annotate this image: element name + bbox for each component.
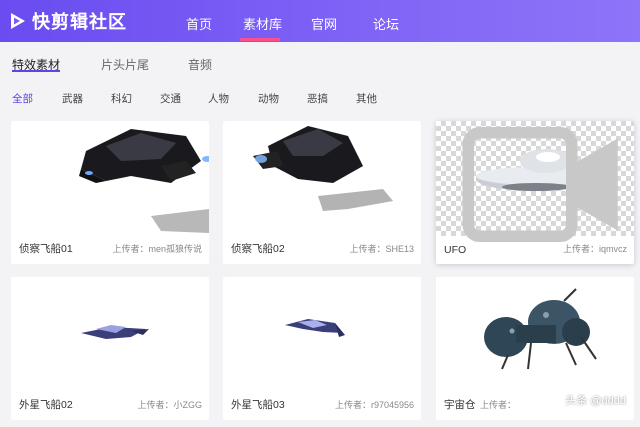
top-header: 快剪辑社区 首页 素材库 官网 论坛 [0, 0, 640, 42]
card-uploader: 上传者：men孤狼传说 [112, 244, 202, 254]
material-thumbnail [11, 277, 209, 392]
card-uploader: 上传者：SHE13 [349, 244, 414, 254]
card-uploader: 上传者：iqmvcz [562, 244, 627, 254]
card-title: UFO [444, 244, 467, 256]
nav-forum[interactable]: 论坛 [373, 14, 399, 33]
play-logo-icon [11, 13, 25, 29]
filter-transport[interactable]: 交通 [160, 91, 181, 106]
card-title: 侦察飞船02 [231, 243, 285, 255]
filter-people[interactable]: 人物 [208, 91, 229, 106]
tab-audio[interactable]: 音频 [188, 56, 212, 73]
filter-animals[interactable]: 动物 [258, 91, 279, 106]
filter-other[interactable]: 其他 [356, 91, 377, 106]
card-title: 外星飞船03 [231, 399, 285, 411]
alien-ship-image [285, 319, 345, 337]
nav-active-indicator [240, 38, 280, 41]
card-title: 宇宙仓 [444, 399, 476, 411]
alien-ship-image [81, 325, 149, 339]
card-uploader: 上传者： [479, 400, 516, 410]
scout-ship-image [79, 129, 209, 233]
space-pod-image [484, 288, 597, 370]
category-tabs: 特效素材 片头片尾 音频 [0, 42, 640, 84]
card-title: 侦察飞船01 [19, 243, 73, 255]
nav-home[interactable]: 首页 [186, 14, 212, 33]
material-card[interactable]: 宇宙仓 上传者： 头条 @dddd [436, 277, 634, 420]
filter-scifi[interactable]: 科幻 [111, 91, 132, 106]
material-thumbnail [436, 121, 634, 242]
material-thumbnail [11, 121, 209, 236]
scout-ship-image [253, 126, 393, 211]
filter-funny[interactable]: 恶搞 [307, 91, 328, 106]
card-uploader: 上传者：r97045956 [334, 400, 414, 410]
logo-text: 快剪辑社区 [32, 12, 127, 32]
material-thumbnail [436, 277, 634, 392]
video-icon [462, 127, 618, 242]
filter-weapons[interactable]: 武器 [62, 91, 83, 106]
nav-official-site[interactable]: 官网 [311, 14, 337, 33]
material-card[interactable]: 侦察飞船02 上传者：SHE13 [223, 121, 421, 264]
material-thumbnail [223, 121, 421, 236]
nav-materials[interactable]: 素材库 [243, 14, 282, 33]
tab-intro-outro[interactable]: 片头片尾 [101, 56, 149, 73]
material-card[interactable]: 侦察飞船01 上传者：men孤狼传说 [11, 121, 209, 264]
material-card[interactable]: UFO 上传者：iqmvcz [436, 121, 634, 264]
logo[interactable]: 快剪辑社区 [8, 9, 127, 33]
material-thumbnail [223, 277, 421, 392]
filter-all[interactable]: 全部 [12, 91, 33, 106]
material-card[interactable]: 外星飞船02 上传者：小ZGG [11, 277, 209, 420]
tab-active-indicator [12, 70, 60, 72]
material-card[interactable]: 外星飞船03 上传者：r97045956 [223, 277, 421, 420]
watermark: 头条 @dddd [565, 392, 626, 408]
watermark-text: 头条 @dddd [565, 395, 626, 407]
card-title: 外星飞船02 [19, 399, 73, 411]
card-uploader: 上传者：小ZGG [137, 400, 203, 410]
